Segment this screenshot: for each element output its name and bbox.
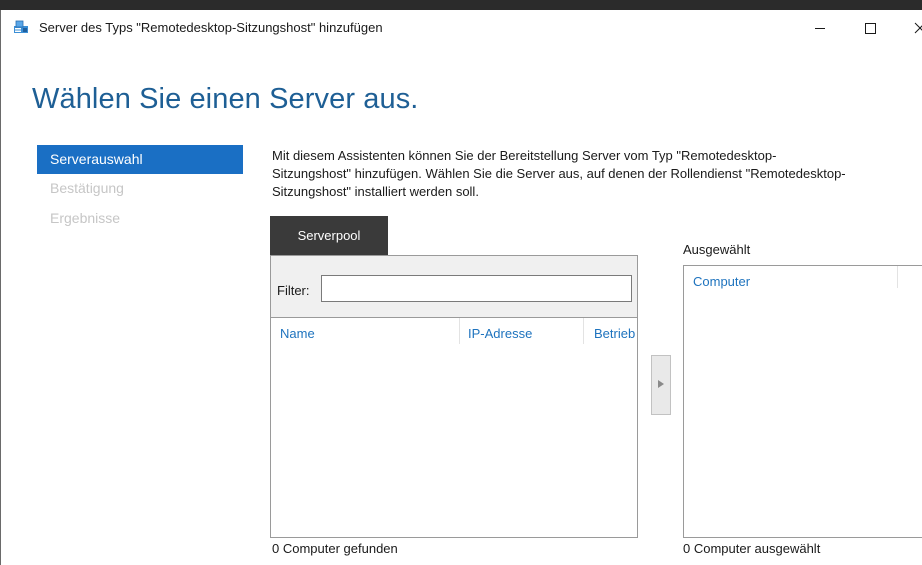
selected-count: 0 Computer ausgewählt: [683, 541, 821, 556]
arrow-right-icon: [658, 380, 664, 388]
tab-serverpool[interactable]: Serverpool: [270, 216, 388, 255]
nav-item-serverauswahl[interactable]: Serverauswahl: [37, 145, 243, 174]
add-to-selected-button[interactable]: [651, 355, 671, 415]
server-pool-count: 0 Computer gefunden: [272, 541, 398, 556]
title-bar[interactable]: Server des Typs "Remotedesktop-Sitzungsh…: [1, 10, 922, 45]
minimize-icon: [815, 28, 825, 29]
maximize-icon: [865, 23, 876, 34]
column-divider[interactable]: [459, 318, 460, 344]
description-line: Mit diesem Assistenten können Sie der Be…: [272, 148, 777, 163]
nav-item-ergebnisse: Ergebnisse: [50, 210, 121, 226]
filter-bar: Filter:: [271, 256, 637, 318]
selected-panel: Computer: [683, 265, 922, 538]
filter-input[interactable]: [321, 275, 632, 302]
minimize-button[interactable]: [797, 10, 843, 45]
description-text: Mit diesem Assistenten können Sie der Be…: [272, 147, 922, 201]
column-header-computer[interactable]: Computer: [693, 274, 750, 289]
page-title: Wählen Sie einen Server aus.: [32, 83, 419, 115]
column-divider[interactable]: [897, 266, 898, 288]
close-icon: [914, 22, 922, 34]
column-header-operating-system[interactable]: Betrieb: [594, 326, 635, 341]
column-header-name[interactable]: Name: [280, 326, 315, 341]
server-add-icon: [13, 20, 29, 34]
description-line: Sitzungshost" installiert werden soll.: [272, 184, 479, 199]
selected-label: Ausgewählt: [683, 242, 751, 257]
column-header-ip-address[interactable]: IP-Adresse: [468, 326, 532, 341]
wizard-window: Server des Typs "Remotedesktop-Sitzungsh…: [0, 10, 922, 565]
close-button[interactable]: [897, 10, 922, 45]
server-pool-panel: Filter: Name IP-Adresse Betrieb: [270, 255, 638, 538]
column-divider[interactable]: [583, 318, 584, 344]
nav-item-bestaetigung: Bestätigung: [50, 180, 124, 196]
filter-label: Filter:: [277, 283, 310, 298]
window-title: Server des Typs "Remotedesktop-Sitzungsh…: [39, 20, 383, 35]
maximize-button[interactable]: [847, 10, 893, 45]
description-line: Sitzungshost" hinzufügen. Wählen Sie die…: [272, 166, 846, 181]
